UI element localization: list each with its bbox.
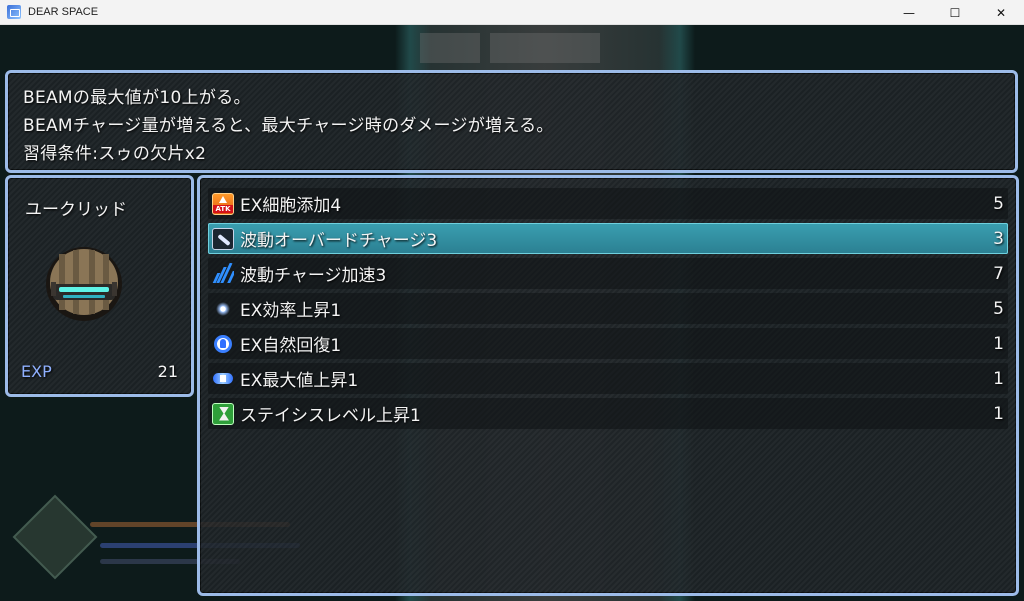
skill-cost: 5: [993, 193, 1004, 214]
skill-list-window: ATK EX細胞添加4 5 波動オーバードチャージ3 3 波動チャージ加速3 7…: [197, 175, 1019, 596]
skill-cost: 3: [993, 228, 1004, 249]
game-screen: BEAMの最大値が10上がる。 BEAMチャージ量が増えると、最大チャージ時のダ…: [0, 25, 1024, 601]
minimize-button[interactable]: —: [886, 0, 932, 25]
skill-row[interactable]: EX効率上昇1 5: [208, 293, 1008, 324]
background-object: [490, 33, 600, 63]
helmet-icon: [46, 247, 122, 321]
actor-name: ユークリッド: [25, 200, 127, 220]
skill-row[interactable]: 波動チャージ加速3 7: [208, 258, 1008, 289]
help-text-line: BEAMの最大値が10上がる。: [23, 88, 251, 108]
skill-name: EX最大値上昇1: [240, 371, 359, 391]
exp-value: 21: [157, 362, 178, 381]
regen-icon: [212, 333, 234, 355]
skill-cost: 5: [993, 298, 1004, 319]
actor-status-window: ユークリッド EXP 21: [5, 175, 194, 397]
skill-name: EX自然回復1: [240, 336, 342, 356]
background-hud-emblem: [12, 494, 98, 580]
skill-name: ステイシスレベル上昇1: [240, 406, 421, 426]
help-window: BEAMの最大値が10上がる。 BEAMチャージ量が増えると、最大チャージ時のダ…: [5, 70, 1018, 173]
close-button[interactable]: ✕: [978, 0, 1024, 25]
skill-name: 波動オーバードチャージ3: [240, 231, 438, 251]
skill-cost: 1: [993, 368, 1004, 389]
charge-speed-icon: [212, 262, 234, 285]
window-title: DEAR SPACE: [28, 6, 99, 18]
atk-up-icon: ATK: [212, 192, 234, 215]
background-object: [420, 33, 480, 63]
wave-overcharge-icon: [212, 227, 234, 250]
hourglass-icon: [212, 402, 234, 425]
skill-row[interactable]: EX最大値上昇1 1: [208, 363, 1008, 394]
maximize-button[interactable]: ☐: [932, 0, 978, 25]
exp-label: EXP: [21, 362, 52, 381]
max-up-icon: [212, 368, 234, 390]
skill-name: 波動チャージ加速3: [240, 266, 387, 286]
skill-cost: 7: [993, 263, 1004, 284]
skill-row-selected[interactable]: 波動オーバードチャージ3 3: [208, 223, 1008, 254]
window-title-bar: DEAR SPACE — ☐ ✕: [0, 0, 1024, 25]
skill-cost: 1: [993, 403, 1004, 424]
skill-name: EX細胞添加4: [240, 196, 342, 216]
skill-row[interactable]: EX自然回復1 1: [208, 328, 1008, 359]
skill-row[interactable]: ATK EX細胞添加4 5: [208, 188, 1008, 219]
skill-row[interactable]: ステイシスレベル上昇1 1: [208, 398, 1008, 429]
help-text-line: 習得条件:スゥの欠片x2: [23, 144, 207, 164]
skill-name: EX効率上昇1: [240, 301, 342, 321]
skill-cost: 1: [993, 333, 1004, 354]
sparkle-icon: [212, 298, 234, 320]
window-controls: — ☐ ✕: [886, 0, 1024, 25]
help-text-line: BEAMチャージ量が増えると、最大チャージ時のダメージが増える。: [23, 116, 554, 136]
app-icon: [7, 5, 21, 19]
